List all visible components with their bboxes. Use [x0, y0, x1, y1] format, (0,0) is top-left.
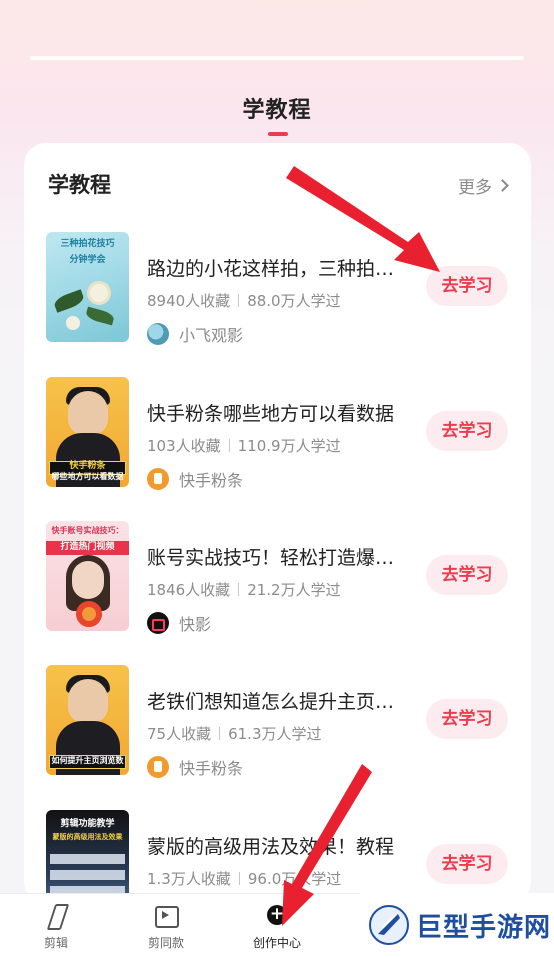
annotation-arrow-to-learn-button — [286, 166, 440, 272]
lightning-icon[interactable] — [43, 902, 69, 928]
learners-count: 61.3万人学过 — [228, 725, 322, 743]
page-tab-title[interactable]: 学教程 — [242, 98, 311, 123]
learners-count: 88.0万人学过 — [247, 292, 341, 310]
thumbnail-caption: 三种拍花技巧 — [60, 239, 115, 249]
tutorial-author[interactable]: 快手粉条 — [147, 755, 243, 779]
favorites-count: 1.3万人收藏 — [147, 870, 231, 888]
author-name[interactable]: 快影 — [179, 611, 211, 635]
page-tab-header[interactable]: 学教程 — [0, 92, 554, 124]
favorites-count: 75人收藏 — [147, 725, 212, 743]
play-frame-icon[interactable] — [153, 902, 179, 928]
tutorial-thumbnail[interactable]: 剪辑功能教学 蒙版的高级用法及效果 — [46, 810, 129, 903]
flower-shape — [90, 284, 108, 302]
tutorial-thumbnail[interactable]: 快手账号实战技巧： 打造热门视频 — [46, 521, 129, 631]
tutorial-item[interactable]: 快手粉条 哪些地方可以看数据 快手粉条哪些地方可以看数据 103人收藏 110.9… — [46, 377, 510, 491]
thumbnail-strip — [50, 854, 125, 864]
ring-prop-shape — [76, 601, 102, 627]
tutorial-stats: 8940人收藏 88.0万人学过 — [147, 290, 341, 311]
leaf-shape — [52, 289, 86, 313]
tutorial-thumbnail[interactable]: 如何提升主页浏览数 — [46, 665, 129, 775]
person-face-shape — [68, 391, 108, 435]
chevron-right-icon — [496, 179, 509, 192]
tab-label[interactable]: 剪同款 — [121, 934, 211, 951]
tutorial-title[interactable]: 快手粉条哪些地方可以看数据 — [147, 399, 399, 426]
author-name[interactable]: 小飞观影 — [179, 322, 243, 346]
thumbnail-caption: 哪些地方可以看数据 — [51, 472, 124, 481]
watermark-text: 巨型手游网 — [416, 912, 552, 943]
author-avatar[interactable] — [147, 323, 169, 345]
tab-jianji[interactable]: 剪辑 — [11, 902, 101, 951]
thumbnail-caption: 蒙版的高级用法及效果 — [52, 833, 123, 841]
annotation-arrow-to-creation-tab — [282, 764, 372, 926]
author-avatar[interactable] — [147, 756, 169, 778]
tutorial-thumbnail[interactable]: 快手粉条 哪些地方可以看数据 — [46, 377, 129, 487]
tutorial-author[interactable]: 小飞观影 — [147, 322, 243, 346]
go-learn-button[interactable]: 去学习 — [426, 699, 508, 739]
thumbnail-caption: 快手粉条 — [69, 461, 106, 471]
tab-jiantongkuan[interactable]: 剪同款 — [121, 902, 211, 951]
tutorial-stats: 1846人收藏 21.2万人学过 — [147, 579, 341, 600]
watermark-logo-icon — [369, 905, 409, 945]
author-name[interactable]: 快手粉条 — [179, 467, 243, 491]
thumbnail-caption: 打造热门视频 — [46, 541, 129, 555]
top-divider — [30, 56, 524, 60]
tutorial-author[interactable]: 快影 — [147, 611, 211, 635]
flower-shape — [66, 316, 80, 330]
leaf-shape — [84, 306, 116, 326]
stats-divider — [238, 294, 240, 307]
learners-count: 21.2万人学过 — [247, 581, 341, 599]
thumbnail-caption: 如何提升主页浏览数 — [51, 756, 124, 765]
tutorial-stats: 75人收藏 61.3万人学过 — [147, 723, 322, 744]
author-name[interactable]: 快手粉条 — [179, 755, 243, 779]
tutorial-author[interactable]: 快手粉条 — [147, 467, 243, 491]
favorites-count: 1846人收藏 — [147, 581, 231, 599]
tab-label[interactable]: 创作中心 — [232, 934, 322, 951]
author-avatar[interactable] — [147, 468, 169, 490]
thumbnail-caption: 分钟学会 — [69, 255, 106, 265]
tutorial-title[interactable]: 老铁们想知道怎么提升主页浏览数 — [147, 687, 399, 714]
go-learn-button[interactable]: 去学习 — [426, 411, 508, 451]
tutorial-stats: 103人收藏 110.9万人学过 — [147, 435, 341, 456]
more-label[interactable]: 更多 — [458, 173, 492, 198]
thumbnail-caption: 剪辑功能教学 — [60, 819, 115, 829]
go-learn-button[interactable]: 去学习 — [426, 555, 508, 595]
section-title: 学教程 — [48, 173, 111, 197]
stats-divider — [219, 727, 221, 740]
person-face-shape — [72, 561, 104, 599]
learners-count: 110.9万人学过 — [237, 437, 341, 455]
stats-divider — [238, 872, 240, 885]
author-avatar[interactable] — [147, 612, 169, 634]
tab-label[interactable]: 剪辑 — [11, 934, 101, 951]
person-face-shape — [68, 679, 108, 723]
tab-active-indicator — [268, 132, 288, 136]
watermark-logo: 巨型手游网 — [360, 893, 554, 957]
tutorial-item[interactable]: 快手账号实战技巧： 打造热门视频 账号实战技巧！轻松打造爆款视频 1846人收藏… — [46, 521, 510, 635]
tutorial-title[interactable]: 账号实战技巧！轻松打造爆款视频 — [147, 543, 399, 570]
stats-divider — [238, 583, 240, 596]
favorites-count: 103人收藏 — [147, 437, 221, 455]
thumbnail-caption: 快手账号实战技巧： — [51, 526, 124, 535]
favorites-count: 8940人收藏 — [147, 292, 231, 310]
more-link[interactable]: 更多 — [458, 173, 509, 198]
thumbnail-strip — [50, 870, 125, 880]
go-learn-button[interactable]: 去学习 — [426, 844, 508, 884]
stats-divider — [228, 439, 230, 452]
tutorial-thumbnail[interactable]: 三种拍花技巧 分钟学会 — [46, 232, 129, 342]
